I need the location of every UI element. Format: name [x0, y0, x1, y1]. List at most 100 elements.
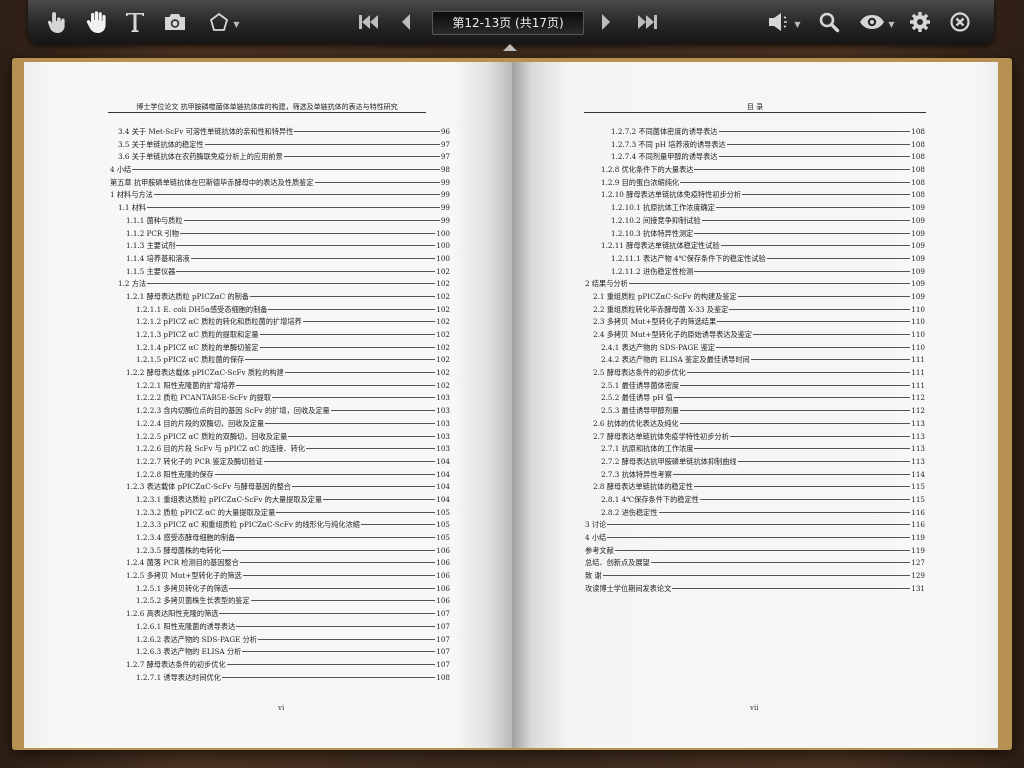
toc-entry[interactable]: 致 谢 129: [585, 571, 925, 584]
toc-entry[interactable]: 1.2.1.3 pPICZ αC 质粒的提取和定量 102: [110, 330, 450, 343]
toc-entry[interactable]: 1.2.1.4 pPICZ αC 质粒的单酶切鉴定 102: [110, 343, 450, 356]
toc-entry[interactable]: 1.2.2.1 阳性克隆菌的扩增培养 102: [110, 381, 450, 394]
toc-entry[interactable]: 1.2.10.3 抗体特异性测定 109: [585, 229, 925, 242]
toc-entry[interactable]: 1.2.7 酵母表达条件的初步优化 107: [110, 660, 450, 673]
toc-entry[interactable]: 1.2.5.1 多拷贝转化子的筛选 106: [110, 584, 450, 597]
toc-entry[interactable]: 2.4 多拷贝 Mut+型转化子的原始诱导表达及鉴定 110: [585, 330, 925, 343]
toc-entry[interactable]: 1.2.2.2 质粒 PCANTAB5E-ScFv 的提取 103: [110, 393, 450, 406]
toc-entry[interactable]: 1.2.2.7 转化子的 PCR 鉴定及酶切验证 104: [110, 457, 450, 470]
toc-entry[interactable]: 1.1.1 菌种与质粒 99: [110, 216, 450, 229]
toc-entry[interactable]: 1.2.2.6 目的片段 ScFv 与 pPICZ αC 的连接、转化 103: [110, 444, 450, 457]
toc-entry[interactable]: 2.3 多拷贝 Mut+型转化子的筛选结果 110: [585, 317, 925, 330]
toc-entry[interactable]: 1.2.8 优化条件下的大量表达 108: [585, 165, 925, 178]
toc-entry[interactable]: 2.5.3 最佳诱导甲醇剂量 112: [585, 406, 925, 419]
toc-entry[interactable]: 1.1.2 PCR 引物 100: [110, 229, 450, 242]
toc-entry[interactable]: 1.2.7.2 不同菌体密度的诱导表达 108: [585, 127, 925, 140]
toc-entry[interactable]: 1.2.3.2 质粒 pPICZ αC 的大量提取及定量 105: [110, 508, 450, 521]
toc-entry[interactable]: 2.8 酵母表达单链抗体的稳定性 115: [585, 482, 925, 495]
toc-entry[interactable]: 1.2.2 酵母表达载体 pPICZαC-ScFv 质粒的构建 102: [110, 368, 450, 381]
toc-entry[interactable]: 总结、创新点及展望 127: [585, 558, 925, 571]
toc-entry[interactable]: 2.7.3 抗体特异性考察 114: [585, 470, 925, 483]
toc-entry[interactable]: 1.2 方法 102: [110, 279, 450, 292]
toc-entry[interactable]: 1 材料与方法 99: [110, 190, 450, 203]
toc-entry[interactable]: 1.2.3.4 感受态酵母细胞的制备 105: [110, 533, 450, 546]
toc-entry[interactable]: 2.6 抗体的优化表达及纯化 113: [585, 419, 925, 432]
toc-entry[interactable]: 2.4.2 表达产物的 ELISA 鉴定及最佳诱导时间 111: [585, 355, 925, 368]
toc-entry-title: 1.2.4 菌落 PCR 检测目的基因整合: [126, 558, 239, 568]
toc-entry[interactable]: 1.2.7.1 诱导表达时间优化 108: [110, 673, 450, 686]
toc-entry[interactable]: 2.2 重组质粒转化毕赤酵母菌 X-33 及鉴定 110: [585, 305, 925, 318]
toc-entry[interactable]: 1.1 材料 99: [110, 203, 450, 216]
prev-page-button[interactable]: [396, 8, 416, 36]
toc-entry[interactable]: 1.2.3.1 重组表达质粒 pPICZαC-ScFv 的大量提取及定量 104: [110, 495, 450, 508]
toc-entry[interactable]: 1.2.10.2 间接竞争抑制试验 109: [585, 216, 925, 229]
toc-entry[interactable]: 1.2.9 目的蛋白浓缩纯化 108: [585, 178, 925, 191]
toc-entry[interactable]: 1.2.3 表达载体 pPICZαC-ScFv 与酵母基因的整合 104: [110, 482, 450, 495]
toc-entry[interactable]: 1.2.4 菌落 PCR 检测目的基因整合 106: [110, 558, 450, 571]
toc-entry[interactable]: 2.5.2 最佳诱导 pH 值 112: [585, 393, 925, 406]
toc-entry[interactable]: 2.4.1 表达产物的 SDS-PAGE 鉴定 110: [585, 343, 925, 356]
text-tool-button[interactable]: [124, 8, 146, 36]
page-indicator[interactable]: 第12-13页 (共17页): [432, 11, 584, 35]
left-page[interactable]: 博士学位论文 抗甲胺磷噬菌体单链抗体库的构建，筛选及单链抗体的表达与特性研究 3…: [24, 62, 512, 748]
toc-entry[interactable]: 2.5 酵母表达条件的初步优化 111: [585, 368, 925, 381]
toc-entry[interactable]: 2.8.1 4℃保存条件下的稳定性 115: [585, 495, 925, 508]
toc-entry[interactable]: 1.2.6 高表达阳性克隆的筛选 107: [110, 609, 450, 622]
toc-entry[interactable]: 1.2.3.5 酵母菌株的电转化 106: [110, 546, 450, 559]
toc-entry[interactable]: 1.2.6.2 表达产物的 SDS-PAGE 分析 107: [110, 635, 450, 648]
first-page-button[interactable]: [356, 8, 382, 36]
volume-dropdown[interactable]: ▼: [764, 8, 804, 36]
toc-entry[interactable]: 2.1 重组质粒 pPICZαC-ScFv 的构建及鉴定 109: [585, 292, 925, 305]
toc-entry[interactable]: 1.2.6.1 阳性克隆菌的诱导表达 107: [110, 622, 450, 635]
toc-entry[interactable]: 参考文献 119: [585, 546, 925, 559]
toc-entry[interactable]: 2 结果与分析 109: [585, 279, 925, 292]
toc-entry[interactable]: 1.1.5 主要仪器 102: [110, 267, 450, 280]
toc-entry[interactable]: 1.2.11.2 进伤稳定性检测 109: [585, 267, 925, 280]
toc-entry[interactable]: 2.7.1 抗原和抗体的工作浓度 113: [585, 444, 925, 457]
running-header: 目 录: [746, 103, 764, 111]
search-button[interactable]: [816, 8, 842, 36]
toc-entry[interactable]: 1.2.11.1 表达产物 4℃保存条件下的稳定性试验 109: [585, 254, 925, 267]
hand-tool-button[interactable]: [84, 8, 110, 36]
toc-entry[interactable]: 3.5 关于单链抗体的稳定性 97: [110, 140, 450, 153]
shape-tool-dropdown[interactable]: ▼: [204, 8, 244, 36]
toc-entry[interactable]: 1.2.10.1 抗原抗体工作浓度确定 109: [585, 203, 925, 216]
toc-entry[interactable]: 1.2.5.2 多拷贝菌株生长表型的鉴定 106: [110, 596, 450, 609]
right-page[interactable]: 目 录 1.2.7.2 不同菌体密度的诱导表达 108 1.2.7.3 不同 pH …: [512, 62, 998, 748]
toc-entry[interactable]: 1.2.1.2 pPICZ αC 质粒的转化和质粒菌的扩增培养 102: [110, 317, 450, 330]
camera-tool-button[interactable]: [162, 8, 188, 36]
toc-entry[interactable]: 2.8.2 进伤稳定性 116: [585, 508, 925, 521]
toc-entry[interactable]: 2.5.1 最佳诱导菌体密度 111: [585, 381, 925, 394]
toc-entry[interactable]: 1.2.7.3 不同 pH 培养液的诱导表达 108: [585, 140, 925, 153]
pointer-tool-button[interactable]: [44, 8, 70, 36]
toc-entry[interactable]: 1.2.7.4 不同剂量甲醇的诱导表达 108: [585, 152, 925, 165]
toc-entry[interactable]: 3 讨论 116: [585, 520, 925, 533]
toc-entry[interactable]: 2.7.2 酵母表达抗甲胺磷单链抗体抑制曲线 113: [585, 457, 925, 470]
close-button[interactable]: [948, 8, 972, 36]
next-page-button[interactable]: [596, 8, 616, 36]
toc-entry[interactable]: 2.7 酵母表达单链抗体免疫学特性初步分析 113: [585, 432, 925, 445]
toc-entry[interactable]: 1.2.1 酵母表达质粒 pPICZαC 的制备 102: [110, 292, 450, 305]
toc-entry[interactable]: 1.2.2.5 pPICZ αC 质粒的双酶切，回收及定量 103: [110, 432, 450, 445]
view-dropdown[interactable]: ▼: [856, 8, 898, 36]
toc-entry[interactable]: 3.6 关于单链抗体在农药酶联免疫分析上的应用前景 97: [110, 152, 450, 165]
toc-entry[interactable]: 1.1.3 主要试剂 100: [110, 241, 450, 254]
toc-entry[interactable]: 1.2.2.4 目的片段的双酶切，回收及定量 103: [110, 419, 450, 432]
last-page-button[interactable]: [634, 8, 660, 36]
settings-button[interactable]: [908, 8, 932, 36]
toc-entry[interactable]: 3.4 关于 Met-ScFv 可溶性单链抗体的亲和性和特异性 96: [110, 127, 450, 140]
toc-entry[interactable]: 1.1.4 培养基和溶液 100: [110, 254, 450, 267]
toc-entry[interactable]: 1.2.10 酵母表达单链抗体免疫特性初步分析 108: [585, 190, 925, 203]
toc-entry[interactable]: 4 小结 119: [585, 533, 925, 546]
toc-entry[interactable]: 1.2.3.3 pPICZ αC 和重组质粒 pPICZαC-ScFv 的线形化…: [110, 520, 450, 533]
toc-entry[interactable]: 1.2.11 酵母表达单链抗体稳定性试验 109: [585, 241, 925, 254]
toc-entry[interactable]: 4 小结 98: [110, 165, 450, 178]
toc-entry[interactable]: 1.2.2.8 阳性克隆的保存 104: [110, 470, 450, 483]
toc-entry[interactable]: 1.2.1.5 pPICZ αC 质粒菌的保存 102: [110, 355, 450, 368]
toc-entry[interactable]: 1.2.5 多拷贝 Mut+型转化子的筛选 106: [110, 571, 450, 584]
toc-entry[interactable]: 攻读博士学位期间发表论文 131: [585, 584, 925, 597]
toc-entry[interactable]: 第五章 抗甲胺磷单链抗体在巴斯德毕赤酵母中的表达及性质鉴定 99: [110, 178, 450, 191]
toc-entry[interactable]: 1.2.2.3 含内切酶位点的目的基因 ScFv 的扩增，回收及定量 103: [110, 406, 450, 419]
toc-entry[interactable]: 1.2.1.1 E. coli DH5α感受态细胞的制备 102: [110, 305, 450, 318]
toc-entry[interactable]: 1.2.6.3 表达产物的 ELISA 分析 107: [110, 647, 450, 660]
